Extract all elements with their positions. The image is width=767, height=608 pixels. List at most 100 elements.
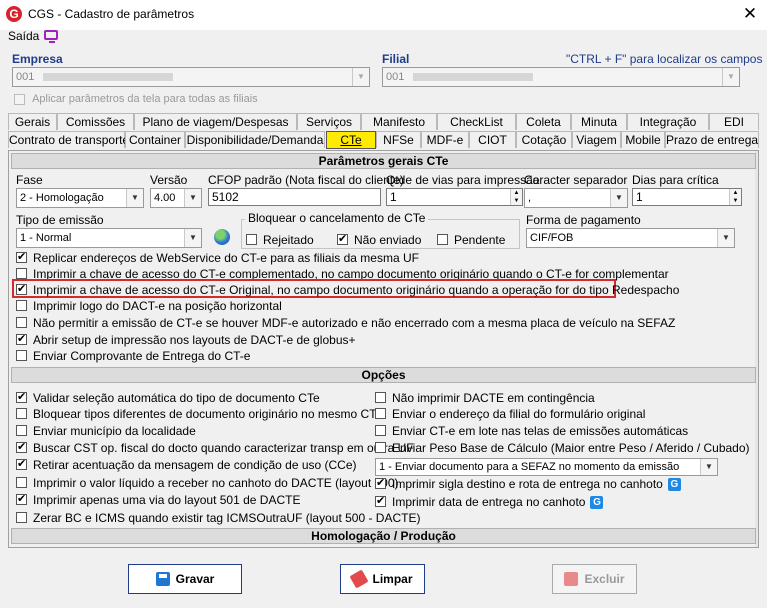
param-check-3[interactable]: Imprimir logo do DACT-e na posição horiz…: [16, 299, 282, 313]
option-checkbox[interactable]: [16, 512, 27, 524]
param-check-2[interactable]: Imprimir a chave de acesso do CT-e Origi…: [16, 282, 679, 297]
rejeitado-row[interactable]: Rejeitado: [246, 233, 314, 247]
chevron-down-icon[interactable]: ▼: [184, 229, 201, 247]
option-checkbox[interactable]: [375, 392, 386, 404]
option-left-0[interactable]: Validar seleção automática do tipo de do…: [16, 390, 320, 405]
emissao-select[interactable]: 1 - Normal ▼: [16, 228, 202, 248]
option-left-1[interactable]: Bloquear tipos diferentes de documento o…: [16, 407, 382, 421]
tab-cte[interactable]: CTe: [326, 131, 376, 149]
option-right-1[interactable]: Enviar o endereço da filial do formulári…: [375, 407, 645, 421]
cfop-input[interactable]: 5102: [208, 188, 381, 206]
filial-select[interactable]: 001 ▼: [382, 67, 740, 87]
globe-icon[interactable]: [214, 229, 230, 245]
menu-saida[interactable]: Saída: [8, 29, 39, 43]
option-left-4[interactable]: Retirar acentuação da mensagem de condiç…: [16, 457, 357, 472]
globus-info-icon[interactable]: G: [590, 496, 604, 510]
tab-edi[interactable]: EDI: [709, 113, 759, 130]
save-button[interactable]: Gravar: [128, 564, 242, 594]
chevron-down-icon[interactable]: ▼: [126, 189, 143, 207]
tab-comissoes[interactable]: Comissões: [57, 113, 134, 130]
option-checkbox[interactable]: [16, 492, 27, 506]
spinner-icon[interactable]: ▲ ▼: [510, 189, 522, 205]
versao-select[interactable]: 4.00 ▼: [150, 188, 202, 208]
option-right-5[interactable]: Imprimir data de entrega no canhoto G: [375, 494, 604, 510]
dias-input[interactable]: 1 ▲ ▼: [632, 188, 742, 206]
param-checkbox[interactable]: [16, 300, 27, 312]
apply-all-checkbox[interactable]: [14, 93, 25, 105]
tab-gerais[interactable]: Gerais: [8, 113, 57, 130]
option-checkbox[interactable]: [16, 457, 27, 471]
globus-info-icon[interactable]: G: [667, 478, 681, 492]
tab-ciot[interactable]: CIOT: [469, 131, 516, 148]
chevron-down-icon[interactable]: ▼: [184, 189, 201, 207]
option-checkbox[interactable]: [16, 425, 27, 437]
rejeitado-checkbox[interactable]: [246, 234, 257, 246]
nao-enviado-checkbox[interactable]: [337, 232, 348, 246]
apply-all-row[interactable]: Aplicar parâmetros da tela para todas as…: [14, 93, 258, 105]
chevron-down-icon[interactable]: ▼: [722, 68, 739, 86]
param-checkbox[interactable]: [16, 332, 27, 346]
pendente-row[interactable]: Pendente: [437, 233, 505, 247]
option-checkbox[interactable]: [16, 440, 27, 454]
chevron-down-icon[interactable]: ▼: [352, 68, 369, 86]
tab-minuta[interactable]: Minuta: [571, 113, 627, 130]
chevron-down-icon[interactable]: ▼: [700, 459, 717, 475]
option-right-2[interactable]: Enviar CT-e em lote nas telas de emissõe…: [375, 424, 688, 438]
option-right-4[interactable]: Imprimir sigla destino e rota de entrega…: [375, 476, 681, 492]
pagamento-select[interactable]: CIF/FOB ▼: [526, 228, 735, 248]
spinner-icon[interactable]: ▲ ▼: [729, 189, 741, 205]
chevron-down-icon[interactable]: ▼: [610, 189, 627, 207]
option-checkbox[interactable]: [375, 494, 386, 508]
option-checkbox[interactable]: [375, 442, 386, 454]
option-left-5[interactable]: Imprimir o valor líquido a receber no ca…: [16, 476, 399, 490]
chevron-down-icon[interactable]: ▼: [717, 229, 734, 247]
param-checkbox[interactable]: [16, 350, 27, 362]
option-left-2[interactable]: Enviar município da localidade: [16, 424, 196, 438]
option-right-3[interactable]: Enviar Peso Base de Cálculo (Maior entre…: [375, 441, 750, 455]
tab-contrato-transporte[interactable]: Contrato de transporte: [8, 131, 129, 148]
scrollbar[interactable]: [755, 151, 758, 547]
option-left-3[interactable]: Buscar CST op. fiscal do docto quando ca…: [16, 440, 414, 455]
param-checkbox[interactable]: [16, 268, 27, 280]
nao-enviado-row[interactable]: Não enviado: [337, 232, 421, 247]
param-check-6[interactable]: Enviar Comprovante de Entrega do CT-e: [16, 349, 250, 363]
envio-select[interactable]: 1 - Enviar documento para a SEFAZ no mom…: [375, 458, 718, 476]
fase-select[interactable]: 2 - Homologação ▼: [16, 188, 144, 208]
vias-input[interactable]: 1 ▲ ▼: [386, 188, 523, 206]
pendente-checkbox[interactable]: [437, 234, 448, 246]
tab-prazo-entrega[interactable]: Prazo de entrega: [665, 131, 759, 148]
tab-container[interactable]: Container: [125, 131, 185, 148]
option-checkbox[interactable]: [16, 408, 27, 420]
param-check-5[interactable]: Abrir setup de impressão nos layouts de …: [16, 332, 356, 347]
option-checkbox[interactable]: [16, 390, 27, 404]
tab-integracao[interactable]: Integração: [627, 113, 709, 130]
tab-servicos[interactable]: Serviços: [297, 113, 361, 130]
tab-coleta[interactable]: Coleta: [516, 113, 571, 130]
option-right-0[interactable]: Não imprimir DACTE em contingência: [375, 391, 595, 405]
tab-nfse[interactable]: NFSe: [376, 131, 421, 148]
clear-button[interactable]: Limpar: [340, 564, 425, 594]
option-left-7[interactable]: Zerar BC e ICMS quando existir tag ICMSO…: [16, 511, 420, 525]
close-icon[interactable]: ✕: [738, 3, 762, 25]
option-checkbox[interactable]: [375, 425, 386, 437]
option-checkbox[interactable]: [16, 477, 27, 489]
param-check-4[interactable]: Não permitir a emissão de CT-e se houver…: [16, 316, 675, 330]
tab-checklist[interactable]: CheckList: [437, 113, 516, 130]
tab-cotacao[interactable]: Cotação: [516, 131, 572, 148]
separador-select[interactable]: , ▼: [524, 188, 628, 208]
tab-disponibilidade[interactable]: Disponibilidade/Demanda: [185, 131, 325, 148]
option-left-6[interactable]: Imprimir apenas uma via do layout 501 de…: [16, 492, 300, 507]
tab-plano-viagem[interactable]: Plano de viagem/Despesas: [134, 113, 297, 130]
param-checkbox[interactable]: [16, 282, 27, 296]
param-check-0[interactable]: Replicar endereços de WebService do CT-e…: [16, 250, 419, 265]
tab-manifesto[interactable]: Manifesto: [361, 113, 437, 130]
monitor-icon[interactable]: [44, 30, 58, 43]
delete-button[interactable]: Excluir: [552, 564, 637, 594]
tab-viagem[interactable]: Viagem: [572, 131, 621, 148]
param-checkbox[interactable]: [16, 250, 27, 264]
tab-mobile[interactable]: Mobile: [621, 131, 665, 148]
option-checkbox[interactable]: [375, 408, 386, 420]
option-checkbox[interactable]: [375, 476, 386, 490]
param-checkbox[interactable]: [16, 317, 27, 329]
empresa-select[interactable]: 001 ▼: [12, 67, 370, 87]
